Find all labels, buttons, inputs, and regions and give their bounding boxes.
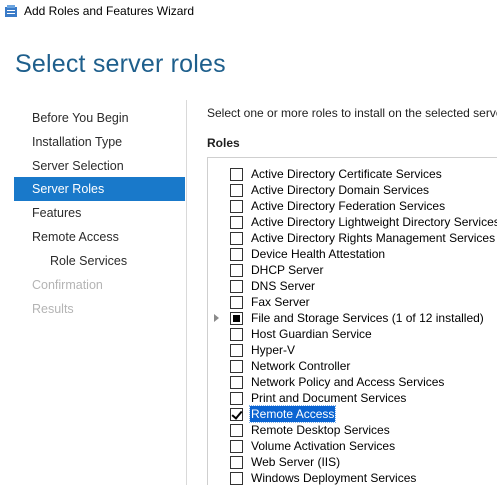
role-label: DHCP Server xyxy=(251,263,324,277)
role-row[interactable]: Host Guardian Service xyxy=(208,326,497,342)
nav-item-server-selection[interactable]: Server Selection xyxy=(14,154,185,178)
instruction-text: Select one or more roles to install on t… xyxy=(207,106,497,120)
role-label: Fax Server xyxy=(251,295,310,309)
roles-heading: Roles xyxy=(207,136,240,150)
role-checkbox[interactable] xyxy=(230,344,243,357)
role-label: Hyper-V xyxy=(251,343,296,357)
role-label: Network Controller xyxy=(251,359,351,373)
role-row[interactable]: Active Directory Rights Management Servi… xyxy=(208,230,497,246)
role-row[interactable]: Active Directory Domain Services xyxy=(208,182,497,198)
nav-item-role-services[interactable]: Role Services xyxy=(14,249,185,273)
role-row[interactable]: Windows Deployment Services xyxy=(208,470,497,485)
nav-item-confirmation: Confirmation xyxy=(32,278,103,292)
page-title: Select server roles xyxy=(15,50,226,78)
role-checkbox[interactable] xyxy=(230,472,243,485)
role-checkbox[interactable] xyxy=(230,376,243,389)
role-row[interactable]: Remote Desktop Services xyxy=(208,422,497,438)
role-row[interactable]: Device Health Attestation xyxy=(208,246,497,262)
role-label: Volume Activation Services xyxy=(251,439,396,453)
nav-item-server-roles[interactable]: Server Roles xyxy=(14,177,185,201)
role-row[interactable]: Web Server (IIS) xyxy=(208,454,497,470)
role-row-selected[interactable]: Remote Access xyxy=(208,405,497,423)
role-checkbox[interactable] xyxy=(230,184,243,197)
nav-item-remote-access[interactable]: Remote Access xyxy=(14,225,185,249)
role-label: Windows Deployment Services xyxy=(251,471,417,485)
nav-divider xyxy=(186,100,187,485)
role-label: Active Directory Certificate Services xyxy=(251,167,442,181)
role-row[interactable]: Active Directory Federation Services xyxy=(208,198,497,214)
role-label: Active Directory Domain Services xyxy=(251,183,430,197)
role-row[interactable]: Network Policy and Access Services xyxy=(208,374,497,390)
role-checkbox[interactable] xyxy=(230,424,243,437)
role-label: Print and Document Services xyxy=(251,391,407,405)
role-label: Active Directory Federation Services xyxy=(251,199,446,213)
expand-triangle-icon[interactable] xyxy=(214,314,219,322)
role-label: Network Policy and Access Services xyxy=(251,375,445,389)
role-row[interactable]: Network Controller xyxy=(208,358,497,374)
role-checkbox[interactable] xyxy=(230,168,243,181)
role-checkbox[interactable] xyxy=(230,248,243,261)
role-checkbox[interactable] xyxy=(230,216,243,229)
nav-item-features[interactable]: Features xyxy=(14,201,185,225)
role-label: Web Server (IIS) xyxy=(251,455,341,469)
role-row[interactable]: Active Directory Lightweight Directory S… xyxy=(208,214,497,230)
role-checkbox[interactable] xyxy=(230,264,243,277)
role-label: File and Storage Services (1 of 12 insta… xyxy=(251,311,484,325)
nav-item-before-you-begin[interactable]: Before You Begin xyxy=(14,106,185,130)
role-label: Host Guardian Service xyxy=(251,327,372,341)
window-title: Add Roles and Features Wizard xyxy=(24,4,195,18)
role-checkbox[interactable] xyxy=(230,440,243,453)
title-bar: Add Roles and Features Wizard xyxy=(0,0,497,24)
role-checkbox[interactable] xyxy=(230,392,243,405)
role-checkbox[interactable] xyxy=(230,328,243,341)
role-checkbox[interactable] xyxy=(230,232,243,245)
role-label: Remote Desktop Services xyxy=(251,423,390,437)
role-checkbox[interactable] xyxy=(230,360,243,373)
roles-list[interactable]: Active Directory Certificate Services Ac… xyxy=(207,157,497,485)
role-row[interactable]: Active Directory Certificate Services xyxy=(208,166,497,182)
role-row[interactable]: DHCP Server xyxy=(208,262,497,278)
role-row[interactable]: Volume Activation Services xyxy=(208,438,497,454)
role-label: Device Health Attestation xyxy=(251,247,386,261)
role-label: DNS Server xyxy=(251,279,316,293)
role-checkbox[interactable] xyxy=(230,200,243,213)
nav-item-installation-type[interactable]: Installation Type xyxy=(14,130,185,154)
role-checkbox[interactable] xyxy=(230,408,243,421)
role-row[interactable]: Hyper-V xyxy=(208,342,497,358)
role-checkbox[interactable] xyxy=(230,280,243,293)
role-label: Active Directory Lightweight Directory S… xyxy=(251,215,497,229)
role-label: Active Directory Rights Management Servi… xyxy=(251,231,496,245)
role-checkbox[interactable] xyxy=(230,296,243,309)
role-row[interactable]: Fax Server xyxy=(208,294,497,310)
role-label: Remote Access xyxy=(248,405,337,423)
role-checkbox[interactable] xyxy=(230,312,243,325)
role-row[interactable]: Print and Document Services xyxy=(208,390,497,406)
role-row[interactable]: DNS Server xyxy=(208,278,497,294)
server-manager-icon xyxy=(5,5,17,17)
role-row[interactable]: File and Storage Services (1 of 12 insta… xyxy=(208,310,497,326)
nav-item-results: Results xyxy=(32,302,74,316)
role-checkbox[interactable] xyxy=(230,456,243,469)
